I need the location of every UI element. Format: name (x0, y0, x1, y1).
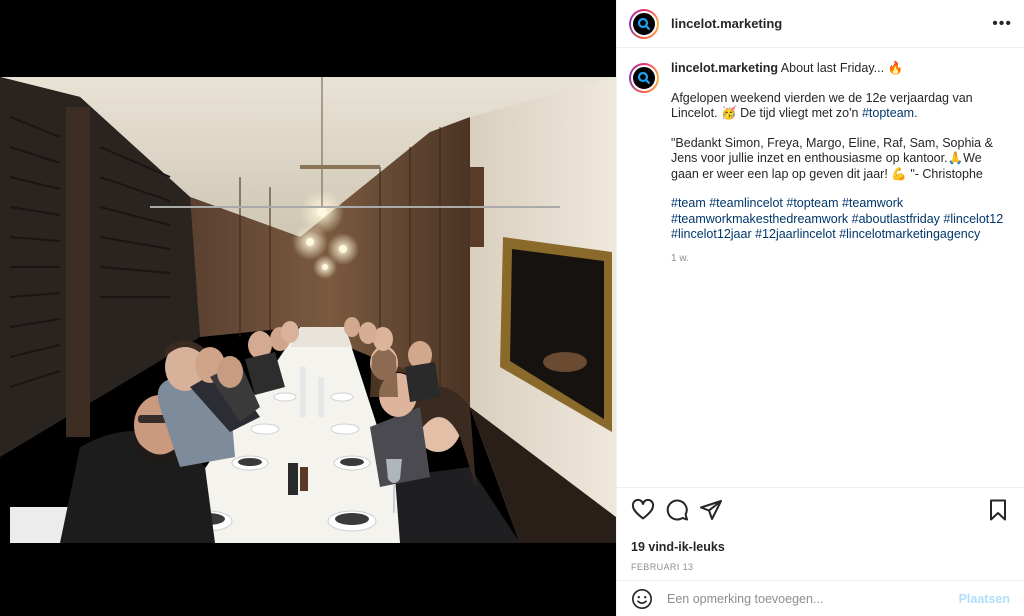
hashtag-link[interactable]: #lincelotmarketingagency (839, 227, 980, 241)
hashtag-link[interactable]: #12jaarlincelot (755, 227, 836, 241)
caption: lincelot.marketing About last Friday... … (629, 61, 1010, 266)
hashtag-link[interactable]: #team (671, 196, 706, 210)
likes-count[interactable]: 19 vind-ik-leuks (631, 540, 1010, 554)
post-header: lincelot.marketing ••• (617, 0, 1024, 48)
comment-icon[interactable] (665, 498, 689, 522)
emoji-icon[interactable] (631, 588, 653, 610)
add-comment-bar: Plaatsen (617, 580, 1024, 616)
hashtag-link[interactable]: #topteam (786, 196, 838, 210)
post-side-panel: lincelot.marketing ••• lincelot.marketin… (616, 0, 1024, 616)
action-icons (631, 498, 1010, 522)
bookmark-icon[interactable] (986, 498, 1010, 522)
caption-first-line: About last Friday... 🔥 (780, 61, 904, 75)
comment-input[interactable] (665, 590, 959, 607)
header-username[interactable]: lincelot.marketing (671, 16, 782, 31)
lincelot-logo-icon (637, 71, 651, 85)
hashtag-link[interactable]: #lincelot12jaar (671, 227, 752, 241)
post-date[interactable]: FEBRUARI 13 (631, 562, 1010, 572)
hashtag-link[interactable]: #teamwork (842, 196, 903, 210)
lincelot-logo-icon (637, 17, 651, 30)
caption-paragraph-1-end: . (914, 106, 918, 120)
share-icon[interactable] (699, 498, 723, 522)
group-dinner-photo (0, 77, 616, 543)
caption-paragraph-1: Afgelopen weekend vierden we de 12e verj… (671, 90, 973, 121)
hashtag-link[interactable]: #teamworkmakesthedreamwork (671, 212, 848, 226)
hashtag-list: #team #teamlincelot #topteam #teamwork #… (671, 196, 1010, 243)
post-photo[interactable] (0, 77, 616, 543)
caption-paragraph-2: "Bedankt Simon, Freya, Margo, Eline, Raf… (671, 135, 993, 181)
caption-avatar[interactable] (629, 63, 659, 93)
avatar[interactable] (629, 8, 659, 39)
hashtag-link[interactable]: #aboutlastfriday (852, 212, 940, 226)
post-media (0, 0, 616, 616)
time-ago[interactable]: 1 w. (671, 251, 1010, 267)
more-icon[interactable]: ••• (992, 15, 1012, 33)
hashtag-link[interactable]: #topteam (862, 106, 914, 120)
post-actions: 19 vind-ik-leuks FEBRUARI 13 (617, 487, 1024, 579)
hashtag-link[interactable]: #teamlincelot (709, 196, 783, 210)
comments-area: lincelot.marketing About last Friday... … (617, 49, 1024, 487)
caption-username[interactable]: lincelot.marketing (671, 61, 778, 75)
hashtag-link[interactable]: #lincelot12 (943, 212, 1003, 226)
post-comment-button[interactable]: Plaatsen (959, 592, 1010, 606)
caption-text: lincelot.marketing About last Friday... … (671, 61, 1010, 266)
instagram-post-view: lincelot.marketing ••• lincelot.marketin… (0, 0, 1024, 616)
heart-icon[interactable] (631, 498, 655, 522)
